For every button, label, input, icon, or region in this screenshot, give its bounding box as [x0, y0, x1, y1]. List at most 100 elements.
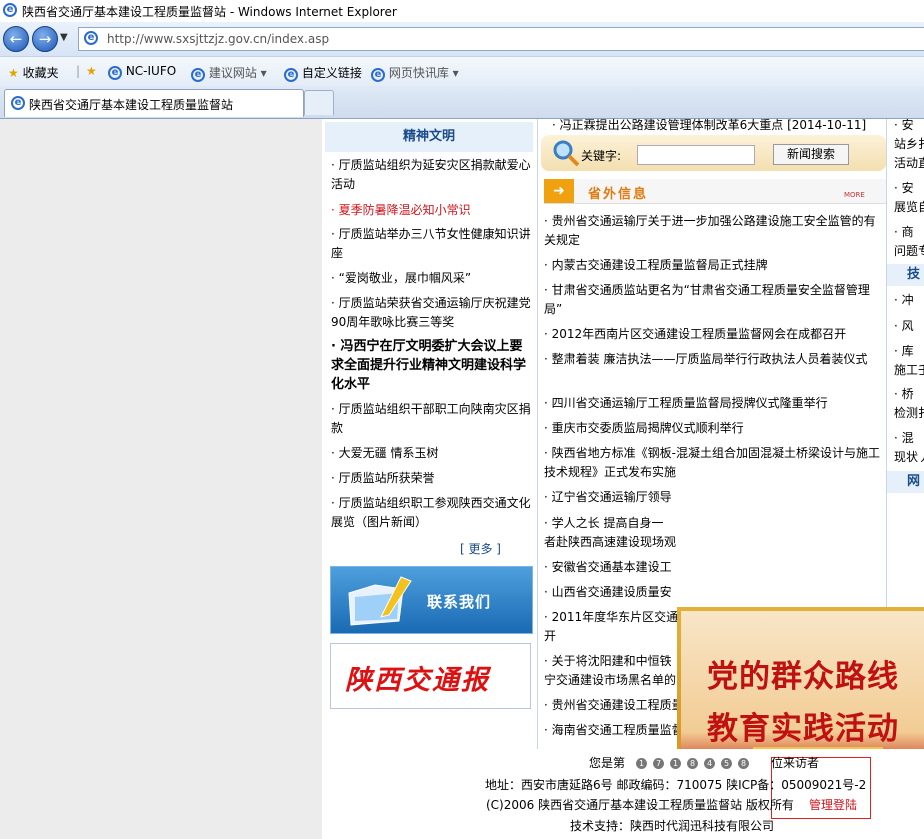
footer-address: 地址：西安市唐延路6号 邮政编码：710075 陕ICP备：05009021号-…	[485, 778, 867, 792]
section-title: 省外信息	[588, 187, 649, 202]
footer: 您是第 1718458 位来访者 地址：西安市唐延路6号 邮政编码：710075…	[322, 749, 924, 839]
favorite-nc-iufo[interactable]: e NC-IUFO	[108, 64, 176, 80]
contact-us-label: 联系我们	[427, 593, 492, 611]
news-link[interactable]: · “爱岗敬业，展巾帼风采”	[331, 269, 531, 288]
news-link[interactable]: · 四川省交通运输厅工程质量监督局授牌仪式隆重举行	[544, 394, 880, 413]
news-link[interactable]: · 山西省交通建设质量安	[544, 583, 880, 602]
favorites-label: 收藏夹	[22, 66, 59, 80]
favorite-custom-links[interactable]: e 自定义链接	[284, 64, 362, 82]
news-link[interactable]: · 重庆市交委质监局揭牌仪式顺利举行	[544, 419, 880, 438]
news-link[interactable]: · 厅质监站组织为延安灾区捐款献爱心活动	[331, 156, 531, 194]
news-link[interactable]: 者赴陕西高速建设现场观	[544, 533, 880, 552]
panel-heading: 精神文明	[325, 122, 533, 152]
ie-icon: e	[284, 68, 298, 82]
news-link[interactable]: · 甘肃省交通质监站更名为“甘肃省交通工程质量安全监督管理局”	[544, 281, 880, 319]
more-link[interactable]: MORE	[844, 191, 865, 199]
news-search-box: 关键字: 新闻搜索	[541, 135, 886, 171]
arrow-right-icon: ➜	[544, 179, 574, 203]
favorite-label: 网页快讯库 ▾	[388, 66, 459, 80]
news-link[interactable]: · 2012年西南片区交通建设工程质量监督网会在成都召开	[544, 325, 880, 344]
ie-icon: e	[11, 96, 25, 110]
section-heading: 技	[887, 264, 924, 286]
search-input[interactable]	[637, 145, 755, 165]
news-link-text[interactable]: 站乡扌	[894, 135, 924, 154]
visitor-counter: 1718458	[636, 755, 755, 769]
news-link[interactable]: · 辽宁省交通运输厅领导	[544, 488, 880, 507]
news-link[interactable]: · 陕西省地方标准《钢板-混凝土组合加固混凝土桥梁设计与施工技术规程》正式发布实…	[544, 444, 880, 482]
news-link[interactable]: · 库	[894, 342, 914, 361]
counter-digit: 1	[670, 758, 681, 769]
news-link[interactable]: · 冲	[894, 291, 914, 310]
news-link-text[interactable]: 检测扌	[894, 404, 924, 423]
news-link[interactable]: · 安	[894, 116, 914, 135]
address-bar[interactable]: e http://www.sxsjttzjz.gov.cn/index.asp	[78, 27, 924, 51]
footer-support: 技术支持：陕西时代润迅科技有限公司	[570, 819, 775, 833]
news-link[interactable]: · 混	[894, 429, 914, 448]
window-titlebar: e 陕西省交通厅基本建设工程质量监督站 - Windows Internet E…	[0, 0, 924, 23]
counter-digit: 8	[687, 758, 698, 769]
favorite-suggested-sites[interactable]: e 建议网站 ▾	[191, 64, 267, 82]
shaanxi-transport-newspaper-banner[interactable]: 陕西交通报	[330, 643, 531, 709]
news-link-text[interactable]: 施工壬	[894, 361, 924, 380]
window-title: 陕西省交通厅基本建设工程质量监督站 - Windows Internet Exp…	[22, 5, 397, 19]
news-link[interactable]: · 桥	[894, 385, 914, 404]
news-link[interactable]: · 安	[894, 179, 914, 198]
banner-line-2: 教育实践活动	[707, 711, 899, 747]
news-link[interactable]: · 大爱无疆 情系玉树	[331, 444, 531, 463]
news-link[interactable]: · 商	[894, 223, 914, 242]
navigation-bar: ← → ▼ e http://www.sxsjttzjz.gov.cn/inde…	[0, 22, 924, 56]
section-header: ➜ 省外信息 MORE	[544, 179, 886, 204]
news-link-text[interactable]: 问题专	[894, 242, 924, 261]
news-link[interactable]: · 内蒙古交通建设工程质量监督局正式挂牌	[544, 256, 880, 275]
news-link[interactable]: · 冯正霖提出公路建设管理体制改革6大重点 [2014-10-11]	[552, 116, 866, 133]
star-icon: ★	[8, 66, 19, 80]
page-content: 精神文明 · 厅质监站组织为延安灾区捐款献爱心活动 · 夏季防暑降温必知小常识 …	[0, 116, 924, 839]
news-link-text[interactable]: 活动直	[894, 154, 924, 173]
new-tab-button[interactable]	[304, 90, 334, 115]
tab-current[interactable]: e 陕西省交通厅基本建设工程质量监督站	[4, 89, 304, 117]
admin-login-link[interactable]: 管理登陆	[809, 796, 857, 813]
favorite-label: 自定义链接	[301, 66, 362, 80]
forward-arrow-icon[interactable]: →	[32, 26, 58, 52]
favorite-web-slice-gallery[interactable]: e 网页快讯库 ▾	[371, 64, 459, 82]
magnifier-icon	[553, 140, 580, 167]
history-dropdown-icon[interactable]: ▼	[60, 32, 68, 43]
add-favorite-icon[interactable]: ★	[86, 64, 97, 78]
section-heading: 网	[887, 471, 924, 493]
news-link-text[interactable]: 展览自	[894, 198, 924, 217]
news-link[interactable]: · 学人之长 提高自身一	[544, 514, 880, 533]
separator: |	[76, 64, 81, 78]
news-link[interactable]: · 厅质监站所获荣誉	[331, 469, 531, 488]
ie-icon: e	[371, 68, 385, 82]
news-link[interactable]: · 厅质监站举办三八节女性健康知识讲座	[331, 225, 531, 263]
ie-icon: e	[108, 66, 122, 80]
spiritual-civilization-panel: 精神文明 · 厅质监站组织为延安灾区捐款献爱心活动 · 夏季防暑降温必知小常识 …	[322, 119, 538, 749]
news-link[interactable]: · 贵州省交通运输厅关于进一步加强公路建设施工安全监管的有关规定	[544, 212, 880, 250]
favorite-label: 建议网站 ▾	[208, 66, 267, 80]
news-link[interactable]: · 厅质监站组织职工参观陕西交通文化展览（图片新闻）	[331, 494, 531, 532]
counter-digit: 5	[721, 758, 732, 769]
news-link-text[interactable]: 现状丿	[894, 448, 924, 467]
news-link[interactable]: · 整肃着装 廉洁执法——厅质监局举行行政执法人员着装仪式	[544, 350, 880, 369]
news-link[interactable]: · 厅质监站荣获省交通运输厅庆祝建党90周年歌咏比赛三等奖	[331, 294, 531, 332]
ie-icon: e	[3, 3, 17, 17]
newspaper-label: 陕西交通报	[345, 665, 490, 696]
favorites-bar: ★ 收藏夹 | ★ e NC-IUFO e 建议网站 ▾ e 自定义链接 e 网…	[0, 56, 924, 87]
folder-icon	[348, 576, 412, 626]
tab-bar: e 陕西省交通厅基本建设工程质量监督站	[0, 86, 924, 119]
search-button[interactable]: 新闻搜索	[773, 144, 849, 165]
back-arrow-icon[interactable]: ←	[3, 26, 29, 52]
more-link[interactable]: [ 更多 ]	[460, 540, 501, 557]
counter-digit: 1	[636, 758, 647, 769]
news-link[interactable]: · 安徽省交通基本建设工	[544, 558, 880, 577]
banner-line-1: 党的群众路线	[707, 659, 899, 695]
favorites-button[interactable]: ★ 收藏夹	[8, 64, 59, 81]
contact-us-banner[interactable]: 联系我们	[330, 566, 533, 634]
news-link[interactable]: · 夏季防暑降温必知小常识	[331, 201, 531, 220]
news-link[interactable]: · 风	[894, 317, 914, 336]
left-blank-area	[0, 119, 322, 839]
counter-digit: 8	[738, 758, 749, 769]
news-link[interactable]: · 冯西宁在厅文明委扩大会议上要求全面提升行业精神文明建设科学化水平	[331, 337, 531, 394]
news-link[interactable]: · 厅质监站组织干部职工向陕南灾区捐款	[331, 400, 531, 438]
address-url[interactable]: http://www.sxsjttzjz.gov.cn/index.asp	[107, 32, 329, 46]
